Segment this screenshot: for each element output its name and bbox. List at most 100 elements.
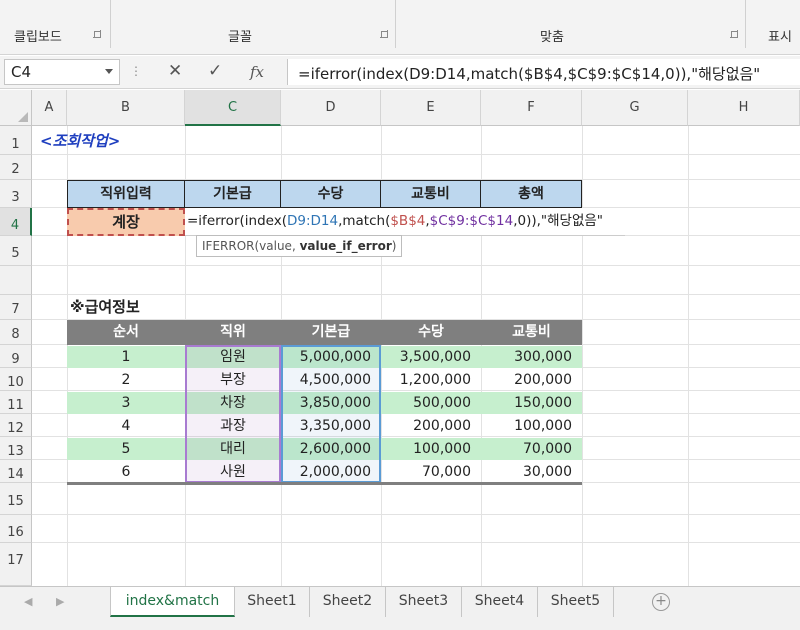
lookup-header-allowance: 수당	[281, 180, 381, 208]
pay-cell[interactable]: 100,000	[381, 438, 481, 460]
row-header-10[interactable]: 10	[0, 368, 32, 391]
pay-cell[interactable]: 4,500,000	[281, 369, 381, 391]
position-input-cell[interactable]: 계장	[67, 208, 185, 236]
pay-cell[interactable]: 100,000	[481, 415, 582, 437]
ribbon-separator	[745, 0, 746, 48]
active-cell-formula-edit[interactable]: =iferror(index(D9:D14,match($B$4,$C$9:$C…	[185, 208, 625, 236]
pay-cell[interactable]: 70,000	[481, 438, 582, 460]
insert-function-icon[interactable]: fx	[250, 63, 264, 81]
clipboard-launcher-icon[interactable]	[93, 30, 101, 38]
pay-cell[interactable]: 차장	[185, 392, 281, 414]
tab-sheet4[interactable]: Sheet4	[462, 587, 538, 617]
pay-info-title: ※급여정보	[70, 298, 140, 316]
row-header-16[interactable]: 16	[0, 515, 32, 543]
column-header-a[interactable]: A	[32, 90, 67, 126]
pay-cell[interactable]: 과장	[185, 415, 281, 437]
pay-cell[interactable]: 2,000,000	[281, 461, 381, 483]
column-header-h[interactable]: H	[688, 90, 800, 126]
row-header-1[interactable]: 1	[0, 126, 32, 155]
tab-sheet1[interactable]: Sheet1	[235, 587, 310, 617]
tab-sheet3[interactable]: Sheet3	[386, 587, 462, 617]
row-header-17[interactable]: 17	[0, 543, 32, 586]
row-header-3[interactable]: 3	[0, 180, 32, 208]
prev-sheet-icon[interactable]: ◀	[24, 595, 32, 608]
column-header-b[interactable]: B	[67, 90, 185, 126]
pay-header-allowance: 수당	[381, 320, 481, 345]
pay-header-position: 직위	[185, 320, 281, 345]
pay-cell[interactable]: 사원	[185, 461, 281, 483]
pay-cell[interactable]: 150,000	[481, 392, 582, 414]
pay-cell[interactable]: 1,200,000	[381, 369, 481, 391]
pay-cell[interactable]: 대리	[185, 438, 281, 460]
pay-header-order: 순서	[67, 320, 185, 345]
column-header-c[interactable]: C	[185, 90, 281, 126]
pay-cell[interactable]: 임원	[185, 346, 281, 368]
pay-cell[interactable]: 200,000	[481, 369, 582, 391]
pay-cell[interactable]: 4	[67, 415, 185, 437]
row-header-7[interactable]: 7	[0, 295, 32, 320]
tooltip-bold-arg[interactable]: value_if_error	[300, 239, 392, 253]
row-header-5[interactable]: 5	[0, 236, 32, 266]
formula-ref-c9-c14: $C$9:$C$14	[429, 213, 514, 229]
ribbon-separator	[110, 0, 111, 48]
formula-input[interactable]: =iferror(index(D9:D14,match($B$4,$C$9:$C…	[287, 59, 800, 85]
row-header-4[interactable]: 4	[0, 208, 32, 236]
row-header-8[interactable]: 8	[0, 320, 32, 345]
row-header-14[interactable]: 14	[0, 460, 32, 483]
pay-cell[interactable]: 2	[67, 369, 185, 391]
name-box[interactable]: C4	[4, 59, 120, 85]
column-header-d[interactable]: D	[281, 90, 381, 126]
pay-cell[interactable]: 300,000	[481, 346, 582, 368]
ribbon: 클립보드 글꼴 맞춤 표시	[0, 0, 800, 55]
table-bottom-border	[67, 482, 582, 485]
pay-cell[interactable]: 5,000,000	[281, 346, 381, 368]
formula-ref-d9-d14: D9:D14	[286, 213, 339, 229]
row-header-11[interactable]: 11	[0, 391, 32, 414]
row-header-9[interactable]: 9	[0, 345, 32, 368]
enter-icon[interactable]: ✓	[208, 61, 222, 81]
pay-cell[interactable]: 6	[67, 461, 185, 483]
next-sheet-icon[interactable]: ▶	[56, 595, 64, 608]
cancel-icon[interactable]: ✕	[168, 61, 182, 81]
formula-bar: C4 ⋮ ✕ ✓ fx =iferror(index(D9:D14,match(…	[0, 56, 800, 89]
column-header-e[interactable]: E	[381, 90, 481, 126]
column-header-f[interactable]: F	[481, 90, 582, 126]
worksheet-grid[interactable]: A B C D E F G H 1 2 3 4 5 7 8 9 10 11 12…	[0, 90, 800, 586]
name-box-value: C4	[11, 63, 32, 81]
formula-part-fn: =iferror(index(	[187, 213, 287, 229]
chevron-down-icon[interactable]	[105, 69, 113, 74]
tab-index-match[interactable]: index&match	[110, 587, 235, 617]
tooltip-prefix: IFERROR(value,	[202, 239, 300, 253]
column-header-g[interactable]: G	[582, 90, 688, 126]
pay-cell[interactable]: 2,600,000	[281, 438, 381, 460]
lookup-header-position: 직위입력	[67, 180, 185, 208]
row-header-12[interactable]: 12	[0, 414, 32, 437]
pay-cell[interactable]: 70,000	[381, 461, 481, 483]
pay-cell[interactable]: 30,000	[481, 461, 582, 483]
pay-cell[interactable]: 200,000	[381, 415, 481, 437]
pay-cell[interactable]: 5	[67, 438, 185, 460]
ribbon-group-alignment-label: 맞춤	[540, 30, 564, 45]
pay-cell[interactable]: 부장	[185, 369, 281, 391]
pay-cell[interactable]: 3,850,000	[281, 392, 381, 414]
row-header-13[interactable]: 13	[0, 437, 32, 460]
pay-cell[interactable]: 3	[67, 392, 185, 414]
formula-part-tail: ,0)),"해당없음"	[513, 213, 604, 229]
row-header-2[interactable]: 2	[0, 155, 32, 180]
pay-cell[interactable]: 3,500,000	[381, 346, 481, 368]
pay-cell[interactable]: 1	[67, 346, 185, 368]
formula-ref-b4: $B$4	[390, 213, 426, 229]
alignment-launcher-icon[interactable]	[730, 30, 738, 38]
font-launcher-icon[interactable]	[380, 30, 388, 38]
ribbon-group-display-label: 표시	[768, 30, 792, 45]
select-all-button[interactable]	[0, 90, 32, 126]
tab-sheet2[interactable]: Sheet2	[310, 587, 386, 617]
lookup-header-transport: 교통비	[381, 180, 481, 208]
row-header-15[interactable]: 15	[0, 483, 32, 515]
add-sheet-icon[interactable]: +	[652, 593, 670, 611]
pay-cell[interactable]: 3,350,000	[281, 415, 381, 437]
ribbon-separator	[395, 0, 396, 48]
pay-cell[interactable]: 500,000	[381, 392, 481, 414]
tab-sheet5[interactable]: Sheet5	[538, 587, 614, 617]
grip-dots-icon: ⋮	[130, 64, 142, 78]
